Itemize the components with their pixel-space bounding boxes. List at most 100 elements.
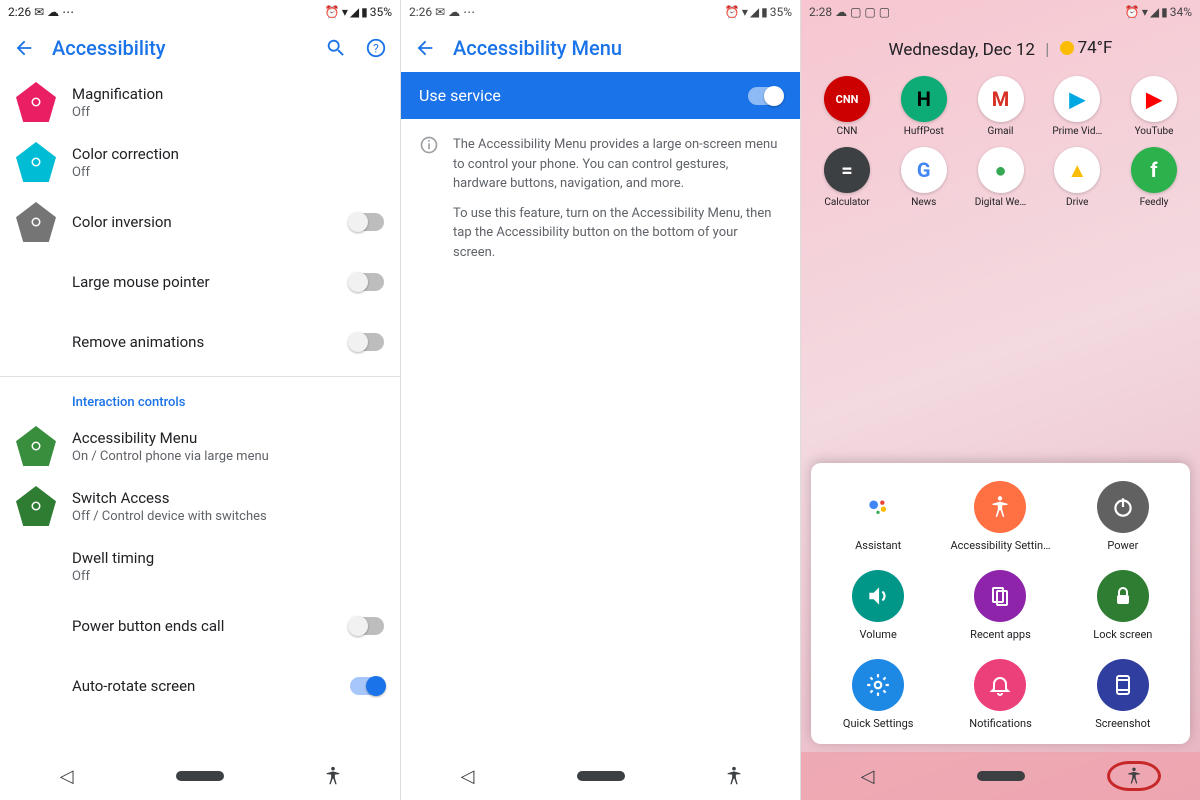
nav-home[interactable] [977,760,1025,792]
alarm-icon: ⏰ [1125,5,1140,19]
nav-back[interactable]: ◁ [844,760,892,792]
accessibility-menu-panel: Assistant Accessibility Settin… Power Vo… [811,463,1190,744]
a11y-menu-lock[interactable]: Lock screen [1066,570,1180,641]
setting-switch-access[interactable]: Switch AccessOff / Control device with s… [0,476,400,536]
setting-power-button-ends-call[interactable]: Power button ends call [0,596,400,656]
app-news[interactable]: G News [892,147,956,208]
status-notif-icons: ✉ ☁ ⋯ [34,5,74,19]
app-icon: f [1131,147,1177,193]
use-service-label: Use service [419,86,748,105]
app-grid: CNN CNN H HuffPost M Gmail ▶ Prime Vid… … [801,70,1200,224]
recents-icon [974,570,1026,622]
back-button[interactable] [413,36,437,60]
app-youtube[interactable]: ▶ YouTube [1122,76,1186,137]
toggle[interactable] [350,213,384,231]
date-weather-widget[interactable]: Wednesday, Dec 12 | 74°F [801,24,1200,70]
page-title: Accessibility Menu [453,36,788,60]
a11y-menu-power[interactable]: Power [1066,481,1180,552]
app-icon: = [824,147,870,193]
a11y-menu-a11y[interactable]: Accessibility Settin… [943,481,1057,552]
setting-color-inversion[interactable]: Color inversion [0,192,400,252]
nav-accessibility-button[interactable] [309,760,357,792]
wifi-icon: ▾ [1142,5,1148,19]
a11y-menu-settings[interactable]: Quick Settings [821,659,935,730]
status-notif-icons: ✉ ☁ ⋯ [435,5,475,19]
bell-icon [974,659,1026,711]
battery-pct: 34% [1170,5,1192,19]
app-gmail[interactable]: M Gmail [969,76,1033,137]
toggle[interactable] [350,617,384,635]
battery-icon: ▮ [761,5,768,19]
a11y-menu-screenshot[interactable]: Screenshot [1066,659,1180,730]
app-digital-we-[interactable]: ● Digital We… [969,147,1033,208]
status-notif-icons: ☁ ▢ ▢ ▢ [835,5,890,19]
use-service-toggle[interactable] [748,87,782,105]
status-time: 2:26 [409,5,432,19]
app-prime-vid-[interactable]: ▶ Prime Vid… [1045,76,1109,137]
info-paragraph-2: To use this feature, turn on the Accessi… [453,204,782,263]
signal-icon: ◢ [1150,5,1159,19]
use-service-row[interactable]: Use service [401,72,800,119]
nav-home[interactable] [176,760,224,792]
status-time: 2:26 [8,5,31,19]
page-title: Accessibility [52,36,308,60]
setting-dwell-timing[interactable]: Dwell timingOff [0,536,400,596]
toggle[interactable] [350,333,384,351]
app-feedly[interactable]: f Feedly [1122,147,1186,208]
setting-large-mouse-pointer[interactable]: Large mouse pointer [0,252,400,312]
app-icon: ● [978,147,1024,193]
toggle[interactable] [350,677,384,695]
info-paragraph-1: The Accessibility Menu provides a large … [453,135,782,194]
a11y-icon [974,481,1026,533]
a11y-menu-assistant[interactable]: Assistant [821,481,935,552]
search-icon[interactable] [324,36,348,60]
battery-icon: ▮ [361,5,368,19]
info-icon [419,135,439,155]
volume-icon [852,570,904,622]
a11y-menu-bell[interactable]: Notifications [943,659,1057,730]
weather: 74°F [1060,38,1113,58]
app-icon: ▶ [1131,76,1177,122]
toggle[interactable] [350,273,384,291]
status-bar: 2:26 ✉ ☁ ⋯ ⏰ ▾ ◢ ▮ 35% [0,0,400,24]
nav-accessibility-button[interactable] [1110,760,1158,792]
app-icon: M [978,76,1024,122]
assistant-icon [852,481,904,533]
setting-accessibility-menu[interactable]: Accessibility MenuOn / Control phone via… [0,416,400,476]
app-drive[interactable]: ▲ Drive [1045,147,1109,208]
highlight-circle [1107,761,1161,791]
app-calculator[interactable]: = Calculator [815,147,879,208]
nav-back[interactable]: ◁ [43,760,91,792]
setting-color-correction[interactable]: Color correctionOff [0,132,400,192]
setting-auto-rotate-screen[interactable]: Auto-rotate screen [0,656,400,716]
svg-text:?: ? [373,42,379,56]
nav-back[interactable]: ◁ [444,760,492,792]
app-huffpost[interactable]: H HuffPost [892,76,956,137]
status-time: 2:28 [809,5,832,19]
help-icon[interactable]: ? [364,36,388,60]
setting-remove-animations[interactable]: Remove animations [0,312,400,372]
app-icon: ▲ [1054,147,1100,193]
battery-pct: 35% [370,5,392,19]
switch-icon [16,486,56,526]
status-bar: 2:26 ✉ ☁ ⋯ ⏰ ▾ ◢ ▮ 35% [401,0,800,24]
power-icon [1097,481,1149,533]
nav-bar: ◁ [0,752,400,800]
eyedropper-icon [16,142,56,182]
app-icon: H [901,76,947,122]
accessibility-settings-screen: 2:26 ✉ ☁ ⋯ ⏰ ▾ ◢ ▮ 35% Accessibility ? [0,0,400,800]
setting-magnification[interactable]: MagnificationOff [0,72,400,132]
app-icon: ▶ [1054,76,1100,122]
nav-home[interactable] [577,760,625,792]
a11y-menu-volume[interactable]: Volume [821,570,935,641]
alarm-icon: ⏰ [725,5,740,19]
app-icon: G [901,147,947,193]
nav-accessibility-button[interactable] [710,760,758,792]
back-button[interactable] [12,36,36,60]
app-cnn[interactable]: CNN CNN [815,76,879,137]
battery-pct: 35% [770,5,792,19]
section-interaction-controls: Interaction controls [0,381,400,416]
a11y-menu-recents[interactable]: Recent apps [943,570,1057,641]
alarm-icon: ⏰ [325,5,340,19]
status-bar: 2:28 ☁ ▢ ▢ ▢ ⏰ ▾ ◢ ▮ 34% [801,0,1200,24]
